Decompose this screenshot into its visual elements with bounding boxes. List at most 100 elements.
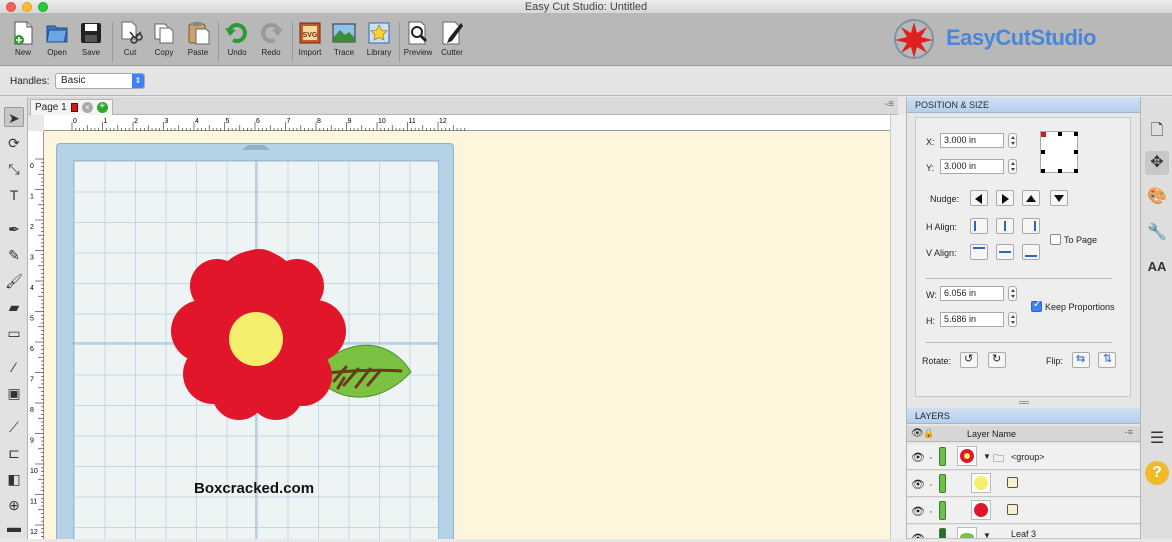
nudge-right-button[interactable] [996,190,1014,206]
nudge-left-button[interactable] [970,190,988,206]
text-size-icon[interactable]: AA [1145,255,1169,279]
layer-color-bar[interactable] [939,447,946,466]
eye-icon[interactable]: 👁 [911,505,925,518]
trace-button[interactable]: Trace [327,20,361,64]
layer-color-bar[interactable] [939,501,946,520]
rotate-right-button[interactable]: ↻ [988,352,1006,368]
canvas-vertical-scrollbar[interactable] [890,115,906,539]
align-left-button[interactable] [970,218,988,234]
height-stepper[interactable] [1008,312,1017,327]
brush-tool-icon[interactable]: 🖌 [4,271,24,291]
preview-button[interactable]: Preview [401,20,435,64]
y-field[interactable]: 3.000 in [940,159,1004,174]
nudge-up-button[interactable] [1022,190,1040,206]
height-field[interactable]: 5.686 in [940,312,1004,327]
handles-select[interactable]: Basic ⇕ [55,73,145,89]
lock-icon[interactable]: 🔒 [923,428,934,439]
select-tool-arrow-icon[interactable]: ➤ [4,107,24,127]
text-tool-icon[interactable]: T [4,185,24,205]
eye-icon[interactable]: 👁 [911,478,925,491]
keep-proportions-checkbox[interactable] [1031,299,1042,312]
paste-button[interactable]: Paste [181,20,215,64]
x-field[interactable]: 3.000 in [940,133,1004,148]
zoom-tool-icon[interactable]: ⊕ [4,495,24,515]
save-button[interactable]: Save [74,20,108,64]
anchor-point-selector[interactable] [1040,131,1078,173]
copy-button[interactable]: Copy [147,20,181,64]
anchor-point[interactable] [1058,169,1062,173]
page-color-swatch[interactable] [70,103,78,112]
lock-dot[interactable]: · [929,452,933,464]
eyedropper-tool-icon[interactable]: ⁄ [4,357,24,377]
direct-select-tool-icon[interactable]: ⤡ [4,159,24,179]
layer-row[interactable]: 👁 · [907,471,1141,497]
layer-color-bar[interactable] [939,528,946,538]
import-button[interactable]: SVG Import [293,20,327,64]
close-page-icon[interactable]: × [81,102,93,113]
anchor-point[interactable] [1074,132,1078,136]
layers-menu-icon[interactable]: -≡ [1125,427,1133,437]
node-edit-tool-icon[interactable]: ⟳ [4,133,24,153]
to-page-checkbox[interactable] [1050,234,1061,245]
expand-triangle-icon[interactable]: ▼ [983,452,991,461]
panel-resize-handle[interactable] [1019,401,1029,404]
layer-row[interactable]: 👁 · [907,498,1141,524]
move-arrows-icon[interactable]: ✥ [1145,151,1169,175]
layer-color-bar[interactable] [939,474,946,493]
pencil-tool-icon[interactable]: ✎ [4,245,24,265]
align-top-button[interactable] [970,244,988,260]
help-icon[interactable]: ? [1145,461,1169,485]
gradient-tool-icon[interactable]: ▣ [4,383,24,403]
add-page-icon[interactable]: + [96,102,108,113]
y-stepper[interactable] [1008,159,1017,174]
tab-page-1[interactable]: Page 1 × + [30,99,113,115]
x-stepper[interactable] [1008,133,1017,148]
nudge-down-button[interactable] [1050,190,1068,206]
measure-tool-icon[interactable]: ▬ [4,517,24,537]
align-right-icon [1034,221,1036,231]
rotate-left-button[interactable]: ↺ [960,352,978,368]
shape-tool-icon[interactable]: ▭ [4,323,24,343]
wrench-icon[interactable]: 🔧 [1145,221,1169,245]
knife-tool-icon[interactable]: ⟋ [4,417,24,437]
align-right-button[interactable] [1022,218,1040,234]
palette-icon[interactable]: 🎨 [1145,185,1169,209]
expand-triangle-icon[interactable]: ▼ [983,531,991,538]
flip-horizontal-button[interactable]: ⇆ [1072,352,1090,368]
anchor-point[interactable] [1041,150,1045,154]
eye-icon[interactable]: 👁 [911,451,925,464]
flower-center-shape[interactable] [229,312,283,366]
panel-menu-icon[interactable]: -≡ [885,99,894,110]
crop-tool-icon[interactable]: ⊏ [4,443,24,463]
align-bottom-button[interactable] [1022,244,1040,260]
redo-button[interactable]: Redo [254,20,288,64]
width-stepper[interactable] [1008,286,1017,301]
design-canvas[interactable]: Boxcracked.com [44,131,890,539]
pen-tool-icon[interactable]: ✒ [4,219,24,239]
library-button[interactable]: Library [362,20,396,64]
eye-icon[interactable]: 👁 [911,532,925,538]
cut-button[interactable]: Cut [113,20,147,64]
cutter-button[interactable]: Cutter [435,20,469,64]
anchor-point[interactable] [1074,169,1078,173]
align-center-v-button[interactable] [996,244,1014,260]
layer-row[interactable]: 👁 ▼ Leaf 3 [907,525,1141,539]
undo-button[interactable]: Undo [220,20,254,64]
lock-dot[interactable]: · [929,479,933,491]
layer-row[interactable]: 👁 · ▼ 🗀 <group> [907,444,1141,470]
new-button[interactable]: New [6,20,40,64]
flip-vertical-button[interactable]: ⇅ [1098,352,1116,368]
weld-tool-icon[interactable]: ◧ [4,469,24,489]
visibility-eye-icon[interactable]: 👁 [911,428,924,439]
anchor-point[interactable] [1041,169,1045,173]
anchor-point[interactable] [1074,150,1078,154]
document-icon[interactable]: 🗋 [1145,119,1169,143]
width-field[interactable]: 6.056 in [940,286,1004,301]
align-center-h-button[interactable] [996,218,1014,234]
eraser-tool-icon[interactable]: ▰ [4,297,24,317]
layers-stack-icon[interactable]: ☰ [1145,427,1169,451]
lock-dot[interactable]: · [929,506,933,518]
anchor-point[interactable] [1058,132,1062,136]
open-button[interactable]: Open [40,20,74,64]
anchor-point-selected[interactable] [1041,132,1046,137]
